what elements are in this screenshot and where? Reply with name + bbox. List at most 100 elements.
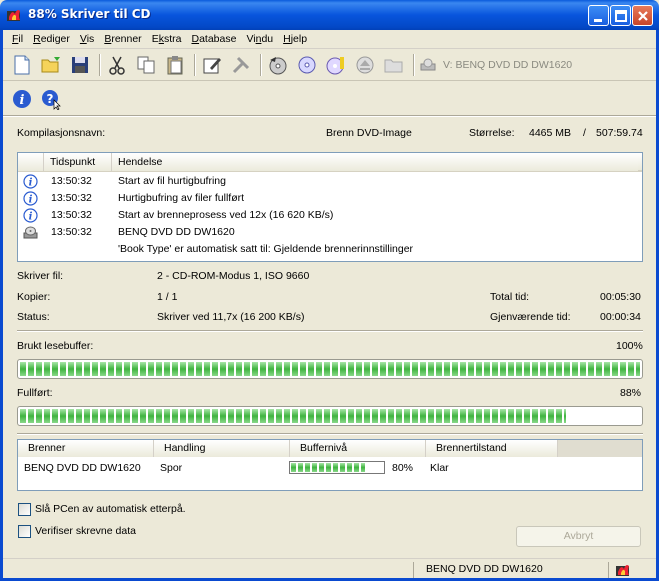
burner-buffer-bar — [289, 461, 385, 474]
burner-column-header[interactable]: Brenner — [18, 440, 154, 457]
shutdown-label[interactable]: Slå PCen av automatisk etterpå. — [35, 503, 186, 515]
log-time: 13:50:32 — [51, 192, 92, 204]
title-bar[interactable]: 88% Skriver til CD — [0, 0, 659, 30]
info-icon: i — [23, 208, 38, 223]
menu-vis[interactable]: Vis — [75, 33, 99, 45]
window-title: 88% Skriver til CD — [28, 7, 151, 21]
folder-icon — [384, 59, 403, 73]
drive-icon — [23, 226, 38, 239]
burn-button[interactable] — [265, 52, 291, 78]
toolbar-separator — [260, 54, 262, 76]
drive-icon — [420, 58, 436, 71]
shutdown-checkbox[interactable] — [18, 503, 31, 516]
browse-folder-button[interactable] — [381, 52, 407, 78]
buffer-level-column-header[interactable]: Buffernivå — [290, 440, 426, 457]
log-event-column-header[interactable]: Hendelse — [112, 153, 638, 171]
open-button[interactable] — [38, 52, 64, 78]
tools-button[interactable] — [228, 52, 254, 78]
log-time: 13:50:32 — [51, 226, 92, 238]
buffer-percent: 100% — [616, 340, 643, 352]
verify-checkbox[interactable] — [18, 525, 31, 538]
save-button[interactable] — [67, 52, 93, 78]
help-toolbar: i ? — [3, 83, 73, 114]
menu-database[interactable]: Database — [186, 33, 241, 45]
log-row[interactable]: 13:50:32 BENQ DVD DD DW1620 — [18, 224, 642, 241]
burner-action: Spor — [160, 462, 183, 474]
buffer-progress-fill — [20, 362, 640, 376]
abort-button[interactable]: Avbryt — [516, 526, 641, 547]
drive-label[interactable]: V: BENQ DVD DD DW1620 — [443, 59, 572, 71]
writing-file-value: 2 - CD-ROM-Modus 1, ISO 9660 — [157, 270, 310, 282]
section-divider — [17, 433, 643, 435]
svg-text:?: ? — [47, 92, 54, 106]
disc-info-button[interactable] — [323, 52, 349, 78]
info-button[interactable]: i — [9, 86, 35, 112]
toolbar-separator — [413, 54, 415, 76]
burner-state: Klar — [430, 462, 449, 474]
log-time: 13:50:32 — [51, 175, 92, 187]
menu-vindu[interactable]: Vindu — [241, 33, 278, 45]
burn-progress-panel: Kompilasjonsnavn: Brenn DVD-Image Større… — [3, 118, 656, 558]
menu-hjelp[interactable]: Hjelp — [278, 33, 312, 45]
burner-table-header: Brenner Handling Buffernivå Brennertilst… — [18, 440, 642, 457]
status-bar-drive-cell: BENQ DVD DD DW1620 — [413, 562, 608, 578]
svg-text:i: i — [29, 212, 33, 223]
menu-ekstra[interactable]: Ekstra — [147, 33, 187, 45]
log-event: Hurtigbufring av filer fullført — [118, 192, 245, 204]
eject-button[interactable] — [352, 52, 378, 78]
log-time-column-header[interactable]: Tidspunkt — [44, 153, 112, 171]
menu-rediger[interactable]: Rediger — [28, 33, 75, 45]
main-toolbar: V: BENQ DVD DD DW1620 — [3, 50, 656, 81]
cut-button[interactable] — [104, 52, 130, 78]
maximize-button[interactable] — [610, 5, 631, 26]
copies-label: Kopier: — [17, 291, 51, 303]
status-bar-drive: BENQ DVD DD DW1620 — [426, 563, 543, 575]
log-icon-column-header[interactable] — [18, 153, 44, 171]
compilation-name-label: Kompilasjonsnavn: — [17, 127, 106, 139]
help-button[interactable]: ? — [38, 86, 64, 112]
remaining-time-value: 00:00:34 — [600, 311, 641, 323]
log-row[interactable]: 'Book Type' er automatisk satt til: Gjel… — [18, 241, 642, 258]
event-log-list[interactable]: Tidspunkt Hendelse i 13:50:32 Start av fil… — [17, 152, 643, 262]
edit-pen-icon — [203, 58, 221, 74]
svg-text:i: i — [20, 93, 25, 108]
compilation-name-value: Brenn DVD-Image — [326, 127, 412, 139]
log-time: 13:50:32 — [51, 209, 92, 221]
remaining-time-label: Gjenværende tid: — [490, 311, 571, 323]
writing-file-label: Skriver fil: — [17, 270, 64, 282]
log-row[interactable]: i 13:50:32 Start av brenneprosess ved 12x … — [18, 207, 642, 224]
info-icon: i — [13, 89, 31, 108]
burner-status-table[interactable]: Brenner Handling Buffernivå Brennertilst… — [17, 439, 643, 491]
copy-disc-button[interactable] — [294, 52, 320, 78]
log-row[interactable]: i 13:50:32 Start av fil hurtigbufring — [18, 173, 642, 190]
paste-button[interactable] — [162, 52, 188, 78]
menu-brenner[interactable]: Brenner — [99, 33, 146, 45]
disc-info-icon — [326, 57, 344, 75]
toolbar-separator — [194, 54, 196, 76]
log-row[interactable]: i 13:50:32 Hurtigbufring av filer fullført — [18, 190, 642, 207]
floppy-disk-icon — [72, 57, 88, 73]
copy-button[interactable] — [133, 52, 159, 78]
nero-flame-icon — [616, 565, 629, 576]
burner-row[interactable]: BENQ DVD DD DW1620 Spor 80% Klar — [18, 460, 642, 477]
burner-buffer-fill — [291, 463, 365, 472]
completed-percent: 88% — [620, 387, 642, 399]
action-column-header[interactable]: Handling — [154, 440, 290, 457]
empty-column-header — [558, 440, 642, 457]
close-button[interactable] — [632, 5, 653, 26]
completed-progress-fill — [20, 409, 566, 423]
size-time: 507:59.74 — [596, 127, 643, 139]
status-bar-left-cell — [3, 562, 413, 578]
minimize-button[interactable] — [588, 5, 609, 26]
new-document-icon — [14, 55, 30, 75]
drive-select-button[interactable] — [418, 52, 438, 78]
burn-disc-icon — [269, 57, 287, 75]
new-button[interactable] — [9, 52, 35, 78]
copy-disc-icon — [298, 56, 316, 74]
nero-flame-icon — [7, 10, 20, 21]
compile-button[interactable] — [199, 52, 225, 78]
burner-state-column-header[interactable]: Brennertilstand — [426, 440, 558, 457]
verify-label[interactable]: Verifiser skrevne data — [35, 525, 136, 537]
buffer-label: Brukt lesebuffer: — [17, 340, 94, 352]
menu-fil[interactable]: Fil — [7, 33, 28, 45]
